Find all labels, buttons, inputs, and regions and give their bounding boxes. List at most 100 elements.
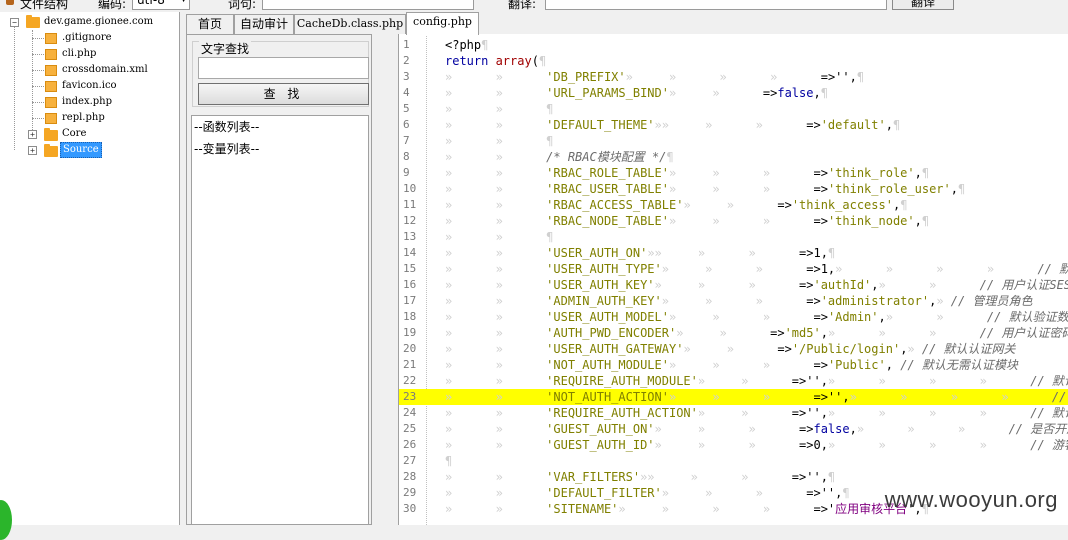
code-token: » » » — [661, 486, 807, 500]
tree-root[interactable]: − dev.game.gionee.com — [0, 14, 180, 30]
code-token: =>1, — [799, 246, 828, 260]
line-number: 7 — [403, 134, 410, 147]
code-token: => — [806, 118, 821, 132]
file-tree[interactable]: − dev.game.gionee.com .gitignore cli.php… — [0, 12, 180, 525]
code-line[interactable]: 1 <?php¶ — [399, 37, 1068, 53]
tree-item[interactable]: favicon.ico — [0, 78, 180, 94]
code-line[interactable]: 14 » » 'USER_AUTH_ON'»» » » =>1,¶ — [399, 245, 1068, 261]
line-number: 27 — [403, 454, 417, 467]
query-label: 词句: — [228, 0, 257, 11]
tree-folder-core[interactable]: + Core — [0, 126, 180, 142]
code-token: false — [777, 86, 814, 100]
tree-folder-label: Source — [60, 142, 102, 158]
tab-home[interactable]: 首页 — [186, 14, 234, 34]
encoding-select[interactable]: utf-8 ▼ — [132, 0, 190, 10]
code-token: => — [762, 86, 778, 100]
code-token: array — [495, 54, 532, 68]
code-line[interactable]: 2 return array(¶ — [399, 53, 1068, 69]
code-line[interactable]: 15 » » 'USER_AUTH_TYPE'» » » =>1,» » » » … — [399, 261, 1068, 277]
code-text: » » 'DEFAULT_FILTER'» » » =>'',¶ — [445, 485, 850, 501]
code-token: // 默认无需认证 — [1051, 390, 1067, 404]
code-line[interactable]: 21 » » 'NOT_AUTH_MODULE'» » » =>'Public',… — [399, 357, 1068, 373]
code-line[interactable]: 7 » » ¶ — [399, 133, 1068, 149]
tab-cachedb[interactable]: CacheDb.class.php — [294, 14, 406, 34]
code-line[interactable]: 10 » » 'RBAC_USER_TABLE'» » » =>'think_ro… — [399, 181, 1068, 197]
code-line[interactable]: 12 » » 'RBAC_NODE_TABLE'» » » =>'think_no… — [399, 213, 1068, 229]
code-text: » » 'URL_PARAMS_BIND'» » =>false,¶ — [445, 85, 828, 101]
code-text: » » 'USER_AUTH_ON'»» » » =>1,¶ — [445, 245, 835, 261]
code-line[interactable]: 19 » » 'AUTH_PWD_ENCODER'» » =>'md5',» » … — [399, 325, 1068, 341]
code-token: // 用户认证SESS — [979, 278, 1068, 292]
tree-item[interactable]: .gitignore — [0, 30, 180, 46]
code-token: , — [878, 310, 886, 324]
code-token: => — [799, 278, 814, 292]
code-line[interactable]: 3 » » 'DB_PREFIX'» » » » =>'',¶ — [399, 69, 1068, 85]
code-token: » » — [676, 326, 771, 340]
code-line[interactable]: 16» » 'USER_AUTH_KEY'» » » =>'authId',» … — [399, 277, 1068, 293]
code-line[interactable]: 20 » » 'USER_AUTH_GATEWAY'» » =>'/Public/… — [399, 341, 1068, 357]
code-token: ¶ — [538, 54, 547, 68]
code-line[interactable]: 11 » » 'RBAC_ACCESS_TABLE'» » =>'think_ac… — [399, 197, 1068, 213]
code-line[interactable]: 27 ¶ — [399, 453, 1068, 469]
variable-list-header[interactable]: --变量列表-- — [194, 140, 259, 157]
code-text: » » 'DB_PREFIX'» » » » =>'',¶ — [445, 69, 864, 85]
code-line[interactable]: 13 » » ¶ — [399, 229, 1068, 245]
code-token: » » ¶ — [445, 134, 554, 148]
translate-button[interactable]: 翻译 — [892, 0, 954, 10]
line-number: 18 — [403, 310, 417, 323]
code-line[interactable]: 23 » » 'NOT_AUTH_ACTION'» » » =>'',» » » … — [399, 389, 1068, 405]
code-token: => — [770, 326, 785, 340]
code-line[interactable]: 5 » » ¶ — [399, 101, 1068, 117]
function-list-header[interactable]: --函数列表-- — [194, 118, 259, 135]
code-token: 'DEFAULT_FILTER' — [546, 486, 662, 500]
code-token: » » » — [856, 422, 1009, 436]
code-line[interactable]: 22 » » 'REQUIRE_AUTH_MODULE'» » =>'',» » … — [399, 373, 1068, 389]
tab-auto-audit[interactable]: 自动审计 — [234, 14, 294, 34]
search-input[interactable] — [198, 57, 369, 79]
code-token: 'think_access' — [791, 198, 893, 212]
code-token: =>'', — [791, 470, 828, 484]
code-line[interactable]: 28 » » 'VAR_FILTERS'»» » » =>'',¶ — [399, 469, 1068, 485]
code-token: =>0, — [799, 438, 828, 452]
code-line[interactable]: 17 » » 'ADMIN_AUTH_KEY'» » » =>'administr… — [399, 293, 1068, 309]
code-line[interactable]: 9 » » 'RBAC_ROLE_TABLE'» » » =>'think_rol… — [399, 165, 1068, 181]
code-token: <?php — [445, 38, 482, 52]
code-line[interactable]: 25» » 'GUEST_AUTH_ON'» » » =>false,» » »… — [399, 421, 1068, 437]
code-text: » » 'RBAC_ACCESS_TABLE'» » =>'think_acce… — [445, 197, 907, 213]
expand-icon[interactable]: + — [28, 130, 37, 139]
code-line[interactable]: 6 » » 'DEFAULT_THEME'»» » » =>'default',¶ — [399, 117, 1068, 133]
line-number: 26 — [403, 438, 417, 451]
tree-item-label: crossdomain.xml — [62, 64, 148, 75]
code-line[interactable]: 26 » » 'GUEST_AUTH_ID'» » » =>0,» » » » /… — [399, 437, 1068, 453]
tree-guide-line — [32, 54, 44, 55]
tree-item[interactable]: index.php — [0, 94, 180, 110]
tree-item[interactable]: repl.php — [0, 110, 180, 126]
code-editor[interactable]: 1 <?php¶ 2 return array(¶ 3» » 'DB_PREFIX'» … — [398, 34, 1068, 525]
translate-input[interactable] — [545, 0, 887, 10]
expand-icon[interactable]: + — [28, 146, 37, 155]
code-line[interactable]: 24 » » 'REQUIRE_AUTH_ACTION'» » =>'',» » … — [399, 405, 1068, 421]
code-token: 'ADMIN_AUTH_KEY' — [546, 294, 662, 308]
tree-item[interactable]: cli.php — [0, 46, 180, 62]
code-token: => — [813, 166, 828, 180]
code-text: » » 'RBAC_USER_TABLE'» » » =>'think_role… — [445, 181, 965, 197]
code-text: » » 'REQUIRE_AUTH_ACTION'» » =>'',» » » … — [445, 405, 1068, 421]
code-token: 'USER_AUTH_GATEWAY' — [546, 342, 684, 356]
tree-item[interactable]: crossdomain.xml — [0, 62, 180, 78]
text-search-title: 文字查找 — [199, 40, 252, 57]
code-token: // 默认验证数据 — [986, 310, 1068, 324]
symbol-list[interactable]: --函数列表-- --变量列表-- — [191, 115, 369, 525]
code-text: » » 'NOT_AUTH_ACTION'» » » =>'',» » » » … — [445, 389, 1068, 405]
tree-item-label: index.php — [62, 96, 113, 107]
code-line[interactable]: 4 » » 'URL_PARAMS_BIND'» » =>false,¶ — [399, 85, 1068, 101]
code-token: 'Public' — [827, 358, 886, 372]
code-line[interactable]: 18» » 'USER_AUTH_MODEL'» » » =>'Admin',»… — [399, 309, 1068, 325]
collapse-icon[interactable]: − — [10, 18, 19, 27]
tree-folder-source[interactable]: + Source — [0, 142, 180, 158]
tab-config[interactable]: config.php — [406, 12, 479, 35]
code-line[interactable]: 8 » » /* RBAC模块配置 */¶ — [399, 149, 1068, 165]
line-number: 13 — [403, 230, 417, 243]
code-token: ¶ — [820, 86, 828, 100]
query-input[interactable] — [262, 0, 474, 10]
search-button[interactable]: 查 找 — [198, 83, 369, 105]
